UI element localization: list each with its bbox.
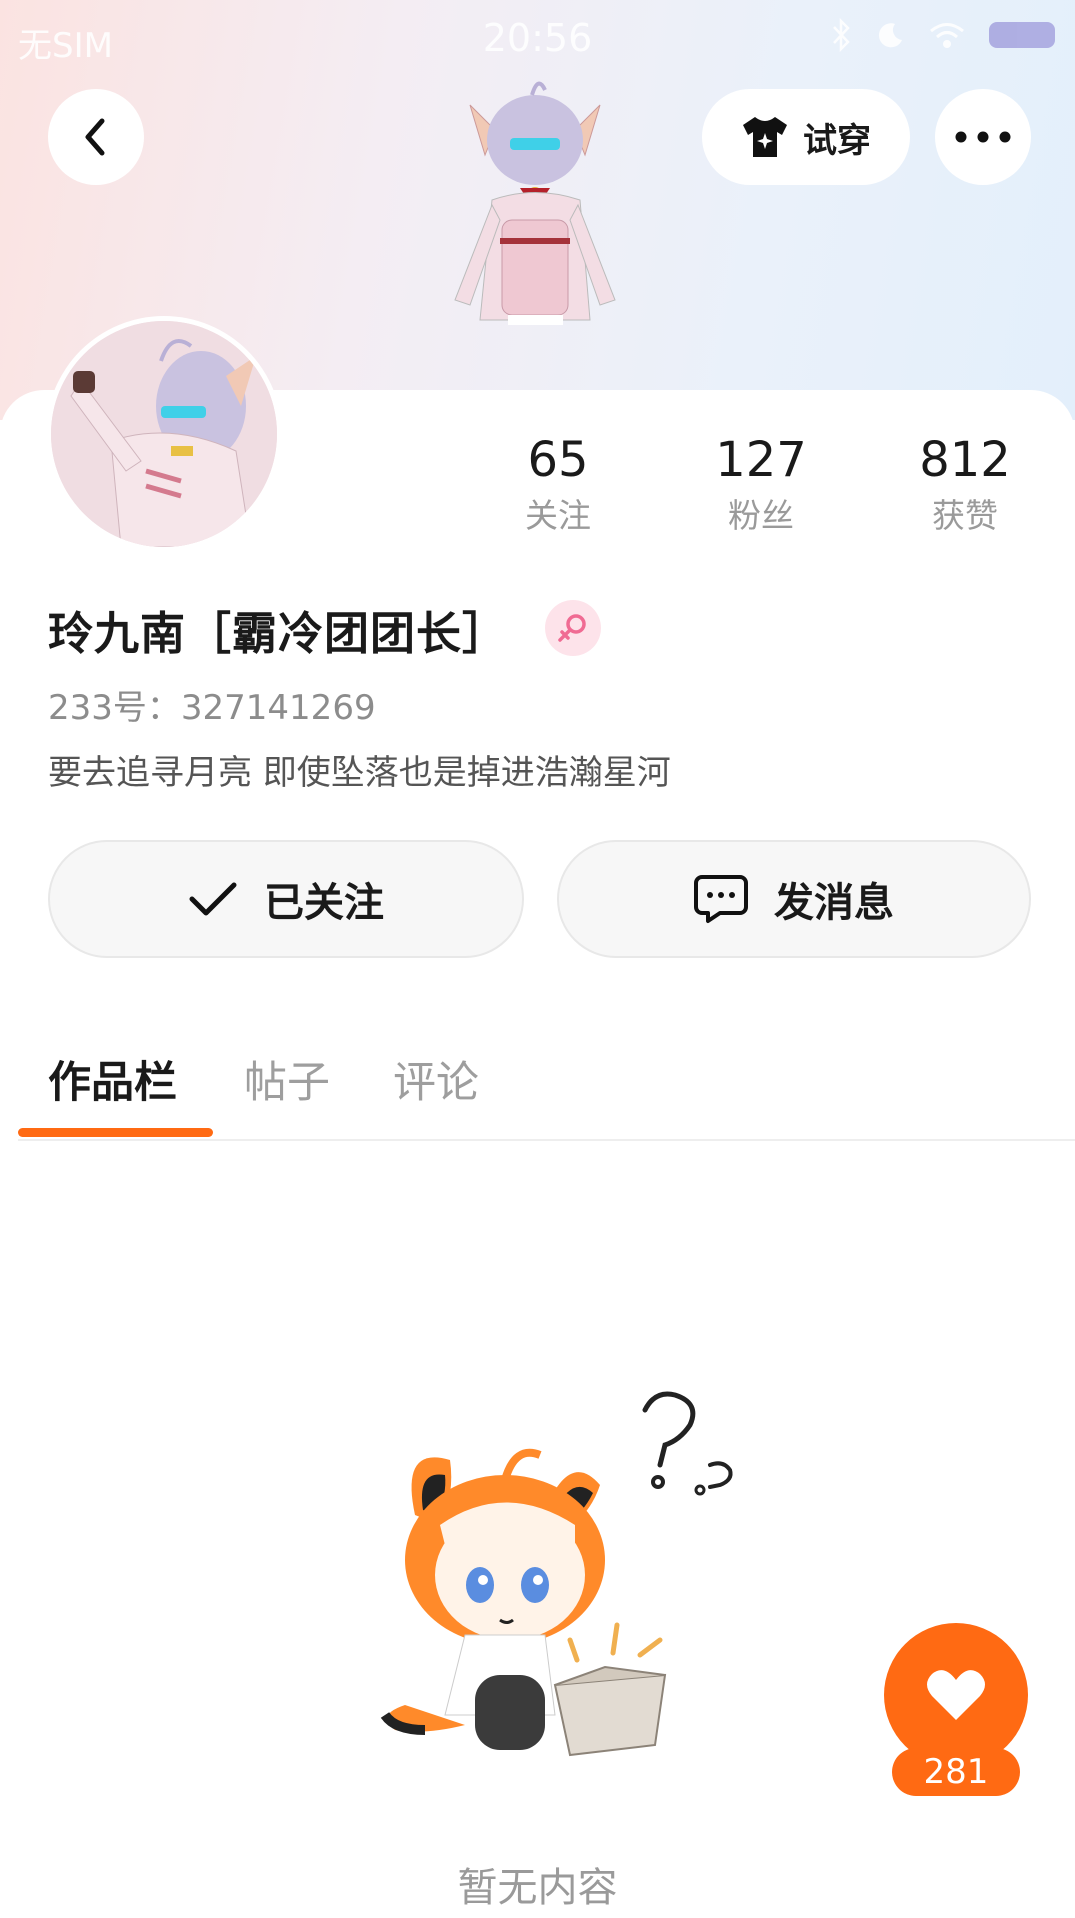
- try-on-button[interactable]: 试穿: [702, 89, 910, 185]
- like-count: 281: [892, 1748, 1020, 1796]
- user-id: 233号：327141269: [48, 688, 376, 728]
- more-button[interactable]: [935, 89, 1031, 185]
- profile-name: 玲九南［霸冷团团长］: [48, 607, 509, 660]
- following-label: 已关注: [264, 880, 384, 926]
- tab-works[interactable]: 作品栏: [48, 1048, 177, 1110]
- chevron-left-icon: [85, 118, 105, 156]
- stat-following[interactable]: 65 关注: [478, 430, 638, 538]
- stat-label: 粉丝: [728, 496, 794, 535]
- more-icon: [955, 131, 1011, 143]
- avatar-image: [51, 321, 277, 547]
- message-button[interactable]: 发消息: [557, 840, 1031, 958]
- tab-comments[interactable]: 评论: [393, 1048, 479, 1110]
- stat-followers[interactable]: 127 粉丝: [681, 430, 841, 538]
- stat-value: 812: [919, 432, 1011, 488]
- battery-icon: [989, 22, 1055, 48]
- tab-divider: [18, 1139, 1075, 1141]
- content-tabs: 作品栏 帖子 评论: [0, 1040, 1075, 1140]
- empty-state-illustration: [380, 1391, 733, 1757]
- moon-icon: [878, 23, 902, 48]
- avatar[interactable]: [46, 316, 282, 552]
- bio: 要去追寻月亮 即使坠落也是掉进浩瀚星河: [48, 753, 671, 793]
- chat-bubble-icon: [694, 875, 748, 923]
- stat-value: 127: [715, 432, 807, 488]
- active-tab-indicator: [18, 1128, 213, 1137]
- message-label: 发消息: [774, 880, 894, 926]
- tab-posts[interactable]: 帖子: [244, 1048, 330, 1110]
- bluetooth-icon: [833, 18, 850, 52]
- avatar-3d-figure: [454, 81, 616, 325]
- following-button[interactable]: 已关注: [48, 840, 524, 958]
- stat-likes[interactable]: 812 获赞: [885, 430, 1045, 538]
- wifi-icon: [930, 23, 964, 48]
- check-icon: [189, 882, 237, 916]
- gender-badge: [545, 600, 601, 656]
- back-button[interactable]: [48, 89, 144, 185]
- female-icon: [558, 614, 586, 642]
- tshirt-icon: [743, 117, 787, 157]
- stat-value: 65: [527, 432, 589, 488]
- like-button[interactable]: [884, 1623, 1028, 1767]
- status-bar: 无SIM 20:56: [0, 0, 1075, 75]
- status-icons: [831, 18, 1055, 52]
- stat-label: 关注: [525, 496, 591, 535]
- stat-label: 获赞: [932, 496, 998, 535]
- try-on-label: 试穿: [803, 120, 871, 161]
- empty-state-text: 暂无内容: [457, 1865, 618, 1911]
- heart-icon: [927, 1670, 985, 1720]
